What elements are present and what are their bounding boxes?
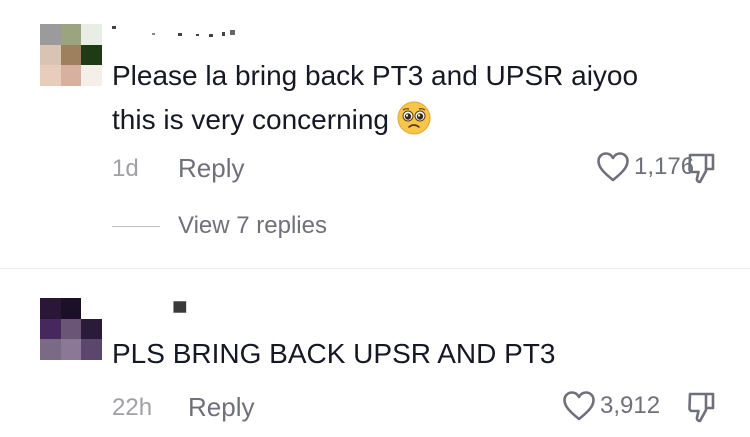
dislike-icon[interactable] bbox=[686, 151, 718, 185]
divider bbox=[0, 268, 750, 269]
avatar[interactable] bbox=[40, 298, 102, 360]
comment-time: 1d bbox=[112, 155, 139, 182]
view-replies-line bbox=[112, 225, 160, 227]
reply-button[interactable]: Reply bbox=[178, 153, 244, 184]
like-button[interactable]: 3,912 bbox=[562, 390, 660, 422]
comment-text: PLS BRING BACK UPSR AND PT3 bbox=[112, 338, 556, 369]
pleading-face-emoji-icon bbox=[397, 101, 431, 135]
like-count: 3,912 bbox=[600, 392, 661, 419]
view-replies-button[interactable]: View 7 replies bbox=[112, 212, 327, 240]
like-button[interactable]: 1,176 bbox=[596, 151, 694, 183]
heart-icon bbox=[563, 391, 595, 421]
comment-text-line-2: this is very concerning bbox=[112, 98, 638, 142]
username-obscured[interactable] bbox=[112, 300, 212, 314]
avatar[interactable] bbox=[40, 24, 102, 86]
username-obscured[interactable] bbox=[112, 24, 242, 38]
heart-icon bbox=[597, 152, 629, 182]
view-replies-label: View 7 replies bbox=[178, 212, 327, 239]
reply-button[interactable]: Reply bbox=[188, 392, 254, 423]
comment-text: Please la bring back PT3 and UPSR aiyoo … bbox=[112, 54, 638, 142]
comment-text-line-1: Please la bring back PT3 and UPSR aiyoo bbox=[112, 60, 639, 91]
comment-time: 22h bbox=[112, 394, 153, 421]
dislike-icon[interactable] bbox=[686, 390, 718, 424]
